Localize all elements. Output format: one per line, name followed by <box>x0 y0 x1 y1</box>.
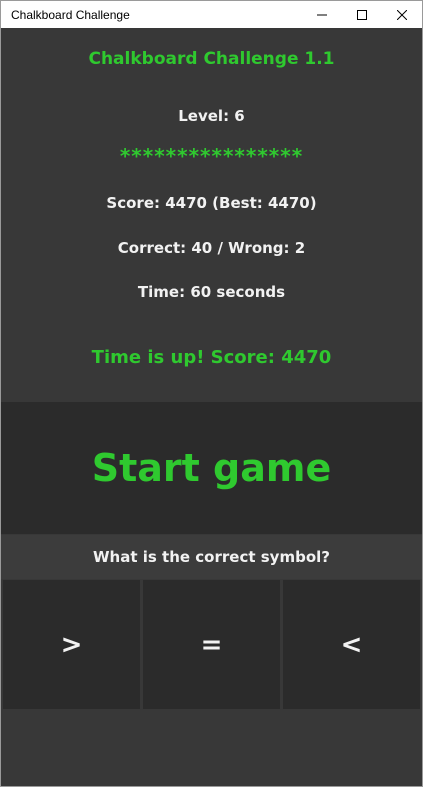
equals-button[interactable]: = <box>143 580 280 709</box>
minimize-icon <box>317 14 327 15</box>
game-content: Chalkboard Challenge 1.1 Level: 6 ******… <box>1 28 422 786</box>
stars-display: **************** <box>119 144 304 168</box>
score-label: Score: 4470 (Best: 4470) <box>106 194 317 212</box>
title-bar: Chalkboard Challenge <box>1 1 422 28</box>
greater-than-button[interactable]: > <box>3 580 140 709</box>
start-game-button[interactable]: Start game <box>1 402 422 534</box>
level-label: Level: 6 <box>178 107 245 125</box>
maximize-icon <box>357 9 367 20</box>
status-message: Time is up! Score: 4470 <box>91 347 332 368</box>
minimize-button[interactable] <box>302 1 342 28</box>
answer-buttons: > = < <box>3 580 420 709</box>
app-window: Chalkboard Challenge Chalkboard Challeng… <box>0 0 423 787</box>
window-controls <box>302 1 422 28</box>
window-title: Chalkboard Challenge <box>11 7 130 22</box>
time-label: Time: 60 seconds <box>137 283 286 301</box>
less-than-button[interactable]: < <box>283 580 420 709</box>
question-label: What is the correct symbol? <box>1 535 422 579</box>
close-icon <box>397 9 407 20</box>
game-title: Chalkboard Challenge 1.1 <box>88 49 335 69</box>
close-button[interactable] <box>382 1 422 28</box>
maximize-button[interactable] <box>342 1 382 28</box>
correct-wrong-label: Correct: 40 / Wrong: 2 <box>117 239 306 257</box>
